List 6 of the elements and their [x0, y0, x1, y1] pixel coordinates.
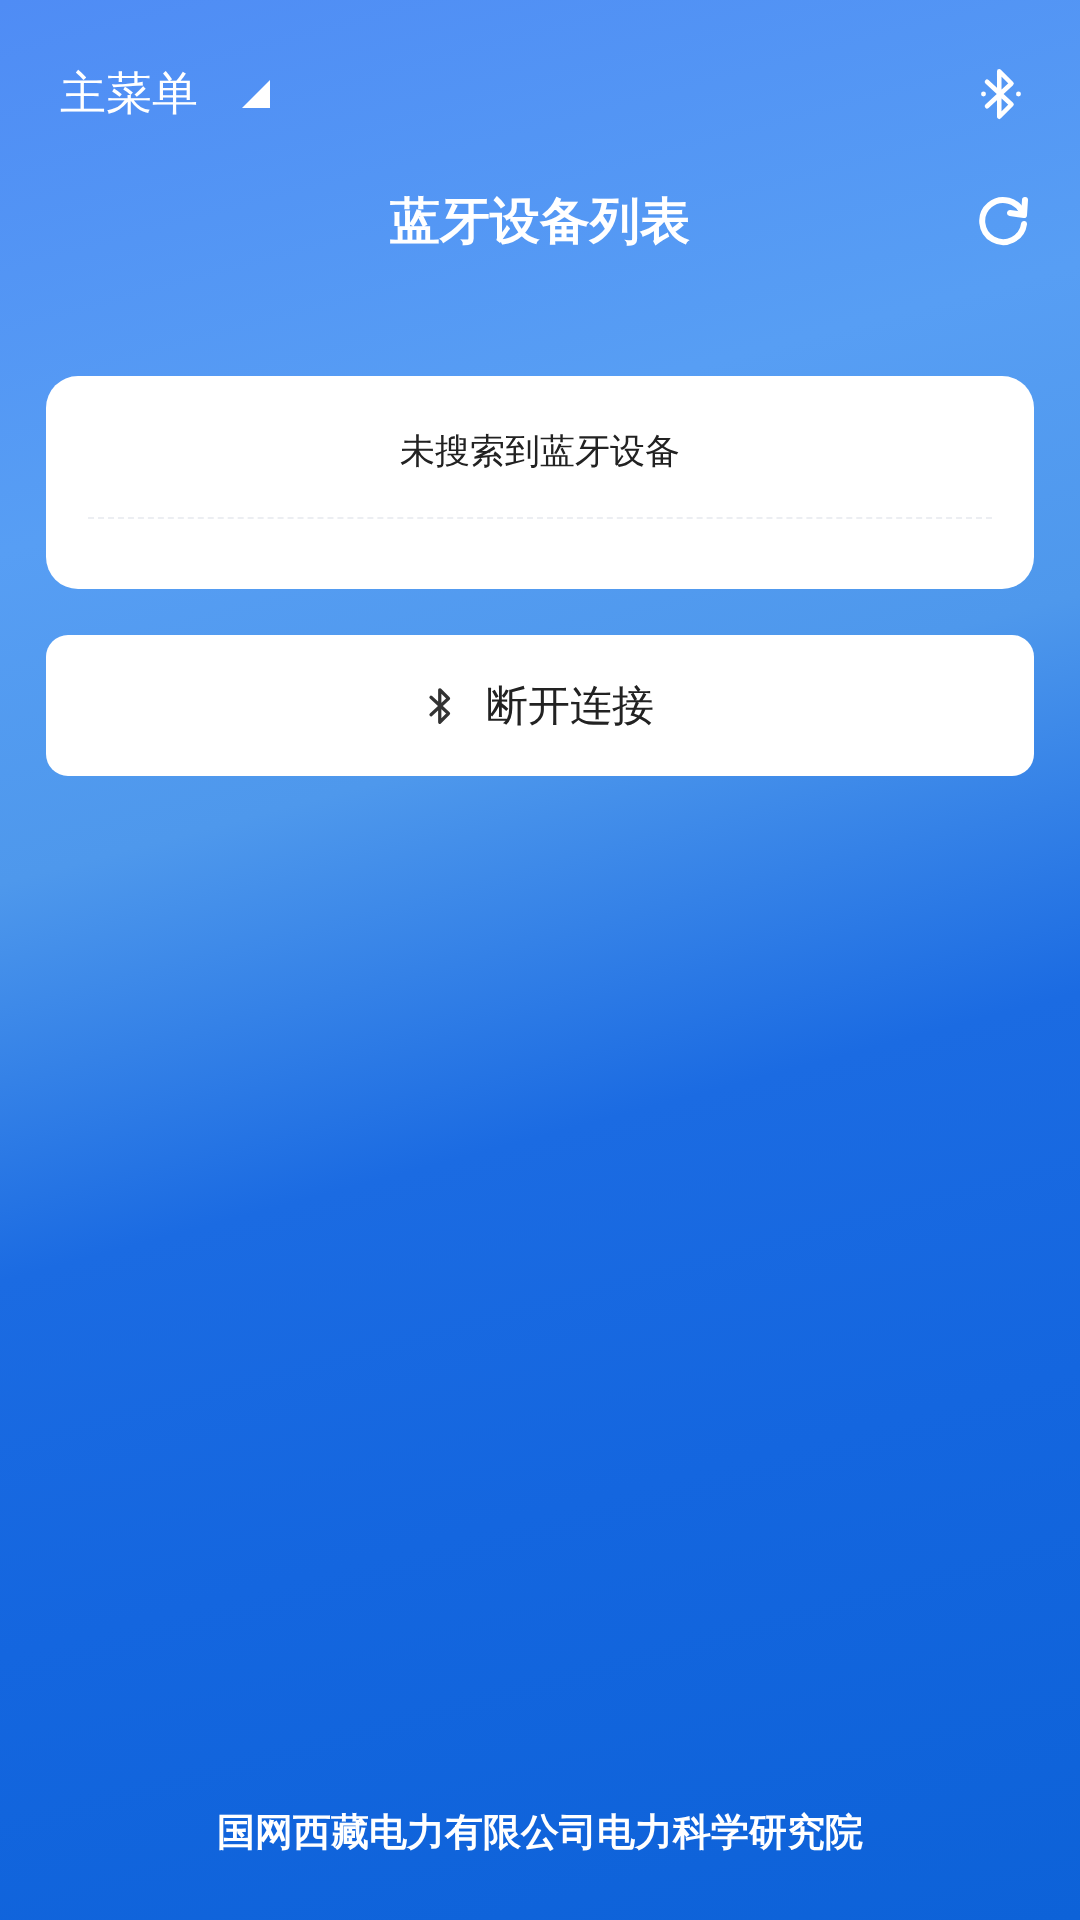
caret-icon	[242, 80, 270, 108]
bluetooth-icon[interactable]	[980, 66, 1022, 122]
footer-text: 国网西藏电力有限公司电力科学研究院	[216, 1809, 864, 1856]
disconnect-button[interactable]: 断开连接	[46, 635, 1034, 776]
empty-message: 未搜索到蓝牙设备	[400, 430, 680, 473]
page-title: 蓝牙设备列表	[390, 190, 690, 252]
